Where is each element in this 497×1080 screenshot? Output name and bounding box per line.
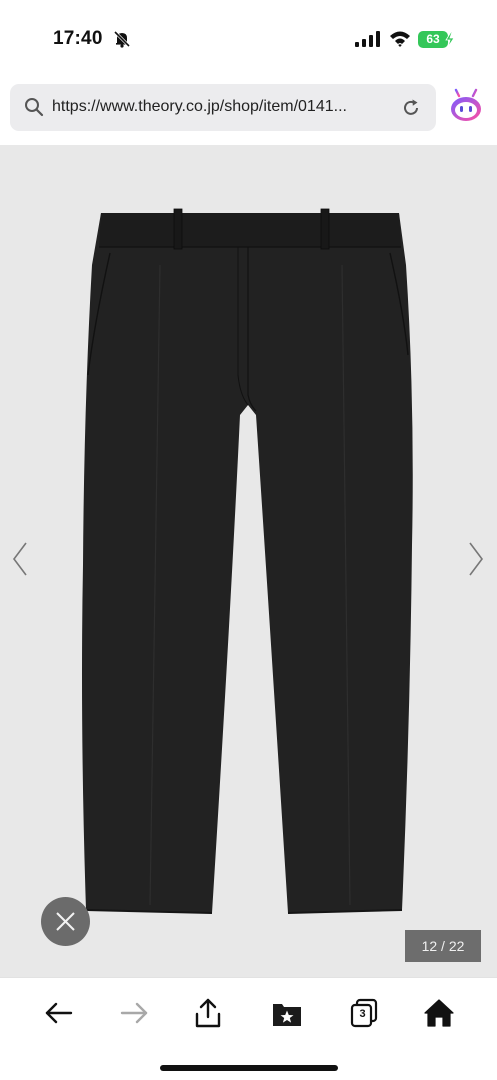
wifi-icon bbox=[390, 31, 410, 47]
reload-icon[interactable] bbox=[400, 97, 422, 119]
bookmark-star-icon[interactable] bbox=[270, 996, 304, 1030]
page-counter: 12 / 22 bbox=[405, 930, 481, 962]
product-image-trousers bbox=[82, 208, 413, 914]
chevron-left-icon[interactable] bbox=[8, 540, 30, 578]
home-icon[interactable] bbox=[422, 996, 456, 1030]
status-time: 17:40 bbox=[53, 28, 103, 49]
assistant-icon[interactable] bbox=[447, 87, 485, 125]
tabs-button[interactable]: 3 bbox=[347, 996, 381, 1030]
status-bar: 17:40 63 bbox=[0, 0, 497, 78]
cellular-signal-icon bbox=[355, 31, 380, 47]
tabs-count: 3 bbox=[359, 1008, 366, 1020]
bell-slash-icon bbox=[113, 30, 131, 48]
back-arrow-icon[interactable] bbox=[42, 996, 76, 1030]
battery-indicator: 63 bbox=[418, 31, 455, 48]
url-text[interactable]: https://www.theory.co.jp/shop/item/0141.… bbox=[52, 98, 392, 116]
image-viewer[interactable]: 12 / 22 bbox=[0, 145, 497, 977]
battery-level: 63 bbox=[418, 31, 448, 48]
close-icon bbox=[56, 912, 75, 931]
search-icon bbox=[25, 98, 44, 117]
home-indicator bbox=[160, 1065, 338, 1071]
close-button[interactable] bbox=[41, 897, 90, 946]
chevron-right-icon[interactable] bbox=[466, 540, 488, 578]
battery-charging-icon bbox=[445, 32, 455, 47]
share-icon[interactable] bbox=[191, 996, 225, 1030]
address-bar[interactable]: https://www.theory.co.jp/shop/item/0141.… bbox=[10, 84, 436, 131]
browser-toolbar: 3 bbox=[0, 977, 497, 1080]
forward-arrow-icon[interactable] bbox=[117, 996, 151, 1030]
